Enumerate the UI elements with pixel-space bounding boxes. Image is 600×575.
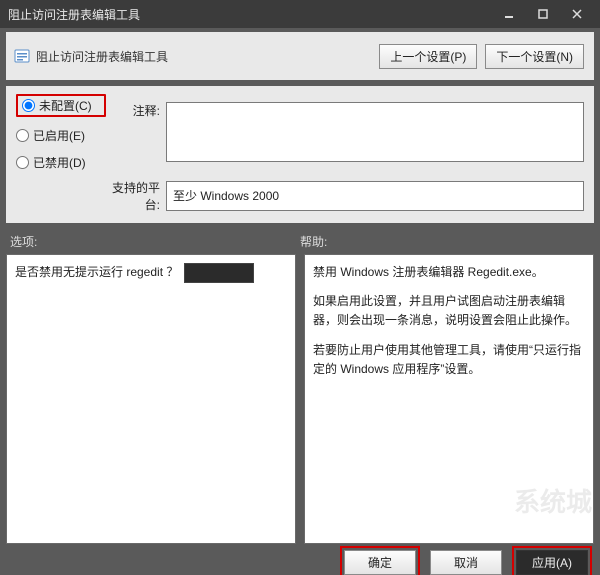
radio-not-configured-input[interactable] — [22, 99, 35, 112]
help-label: 帮助: — [300, 233, 590, 250]
radio-enabled-input[interactable] — [16, 129, 29, 142]
radio-enabled-label: 已启用(E) — [33, 127, 85, 144]
panes: 是否禁用无提示运行 regedit ？ 禁用 Windows 注册表编辑器 Re… — [6, 254, 594, 544]
titlebar: 阻止访问注册表编辑工具 — [0, 0, 600, 28]
section-labels: 选项: 帮助: — [10, 233, 590, 250]
option-select[interactable] — [184, 263, 254, 283]
platform-label: 支持的平台: — [106, 179, 166, 213]
comment-label: 注释: — [106, 102, 166, 162]
radio-not-configured-label: 未配置(C) — [39, 97, 92, 114]
help-paragraph-2: 如果启用此设置，并且用户试图启动注册表编辑器，则会出现一条消息，说明设置会阻止此… — [313, 292, 585, 330]
window-title: 阻止访问注册表编辑工具 — [8, 6, 492, 23]
radio-not-configured[interactable]: 未配置(C) — [16, 94, 106, 117]
maximize-button[interactable] — [526, 0, 560, 28]
window-controls — [492, 0, 594, 28]
help-pane: 禁用 Windows 注册表编辑器 Regedit.exe。 如果启用此设置，并… — [304, 254, 594, 544]
help-paragraph-1: 禁用 Windows 注册表编辑器 Regedit.exe。 — [313, 263, 585, 282]
help-paragraph-3: 若要防止用户使用其他管理工具，请使用“只运行指定的 Windows 应用程序”设… — [313, 341, 585, 379]
comment-textarea[interactable] — [166, 102, 584, 162]
radio-disabled-label: 已禁用(D) — [33, 154, 86, 171]
dialog-footer: 确定 取消 应用(A) — [6, 550, 594, 575]
minimize-button[interactable] — [492, 0, 526, 28]
ok-button[interactable]: 确定 — [344, 550, 416, 575]
state-radios: 未配置(C) 已启用(E) 已禁用(D) — [16, 92, 106, 171]
previous-setting-button[interactable]: 上一个设置(P) — [379, 44, 477, 69]
cancel-button[interactable]: 取消 — [430, 550, 502, 575]
supported-platform: 至少 Windows 2000 — [166, 181, 584, 211]
policy-header: 阻止访问注册表编辑工具 上一个设置(P) 下一个设置(N) — [6, 32, 594, 80]
option-row: 是否禁用无提示运行 regedit ？ — [15, 263, 287, 283]
options-pane: 是否禁用无提示运行 regedit ？ — [6, 254, 296, 544]
next-setting-button[interactable]: 下一个设置(N) — [485, 44, 584, 69]
radio-disabled[interactable]: 已禁用(D) — [16, 154, 106, 171]
option-question: 是否禁用无提示运行 regedit ？ — [15, 263, 178, 282]
config-panel: 未配置(C) 已启用(E) 已禁用(D) 注释: 支持的平台: 至少 Windo… — [6, 86, 594, 223]
options-label: 选项: — [10, 233, 300, 250]
policy-name: 阻止访问注册表编辑工具 — [36, 48, 379, 65]
radio-disabled-input[interactable] — [16, 156, 29, 169]
policy-icon — [14, 48, 30, 64]
radio-enabled[interactable]: 已启用(E) — [16, 127, 106, 144]
close-button[interactable] — [560, 0, 594, 28]
apply-button[interactable]: 应用(A) — [516, 550, 588, 575]
